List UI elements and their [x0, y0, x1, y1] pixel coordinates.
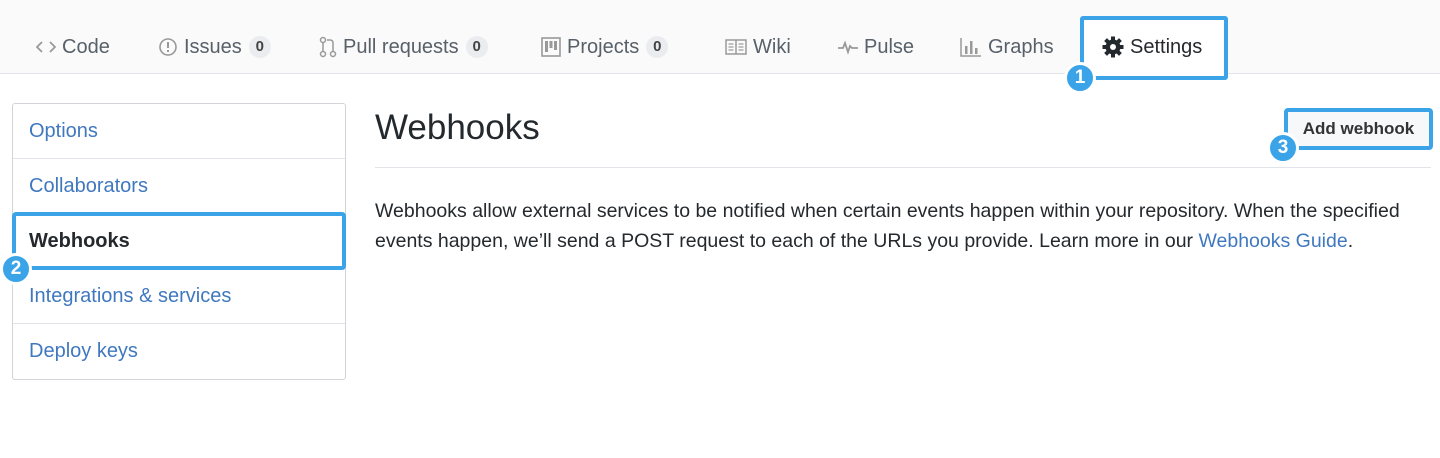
webhooks-description: Webhooks allow external services to be n… [375, 196, 1415, 256]
tab-settings[interactable]: Settings [1102, 30, 1202, 64]
code-icon [36, 39, 56, 55]
graph-icon [960, 37, 982, 57]
add-webhook-button[interactable]: Add webhook [1303, 119, 1414, 139]
sidebar-item-integrations[interactable]: Integrations & services [13, 269, 345, 324]
tab-label: Pulse [864, 35, 915, 58]
tab-label: Pull requests [343, 35, 459, 58]
project-icon [541, 37, 561, 57]
sidebar-item-options[interactable]: Options [13, 104, 345, 159]
tab-label: Code [62, 35, 110, 58]
tab-projects[interactable]: Projects 0 [541, 30, 669, 64]
issues-counter: 0 [248, 36, 271, 58]
tab-label: Wiki [753, 35, 791, 58]
sidebar-item-collaborators[interactable]: Collaborators [13, 159, 345, 214]
tab-pull-requests[interactable]: Pull requests 0 [319, 30, 488, 64]
callout-badge-2: 2 [0, 253, 32, 285]
webhooks-guide-link[interactable]: Webhooks Guide [1198, 230, 1347, 252]
callout-badge-1: 1 [1064, 62, 1096, 94]
callout-badge-3: 3 [1267, 132, 1299, 164]
pull-request-icon [319, 36, 337, 58]
projects-counter: 0 [646, 36, 669, 58]
add-webhook-highlight: Add webhook [1284, 108, 1433, 150]
book-icon [725, 39, 747, 55]
pulse-icon [838, 39, 858, 55]
tab-label: Projects [567, 35, 640, 58]
sidebar-item-label: Webhooks [29, 229, 130, 252]
page-title: Webhooks [375, 108, 540, 147]
sidebar-item-label: Integrations & services [29, 284, 232, 307]
sidebar-item-deploy-keys[interactable]: Deploy keys [13, 324, 345, 379]
tab-label: Issues [184, 35, 242, 58]
tab-graphs[interactable]: Graphs [960, 30, 1054, 64]
tab-issues[interactable]: Issues 0 [158, 30, 271, 64]
sidebar-item-webhooks[interactable]: Webhooks [13, 214, 333, 268]
sidebar-item-label: Collaborators [29, 174, 148, 197]
tab-code[interactable]: Code [36, 30, 110, 64]
description-end: . [1347, 230, 1354, 252]
tab-pulse[interactable]: Pulse [838, 30, 914, 64]
tab-wiki[interactable]: Wiki [725, 30, 791, 64]
sidebar-item-label: Options [29, 119, 98, 142]
gear-icon [1102, 36, 1124, 58]
title-divider [375, 167, 1431, 168]
sidebar-item-label: Deploy keys [29, 340, 138, 362]
tab-label: Settings [1130, 35, 1203, 58]
issue-icon [158, 37, 178, 57]
pull-requests-counter: 0 [465, 36, 488, 58]
tab-label: Graphs [988, 35, 1054, 58]
